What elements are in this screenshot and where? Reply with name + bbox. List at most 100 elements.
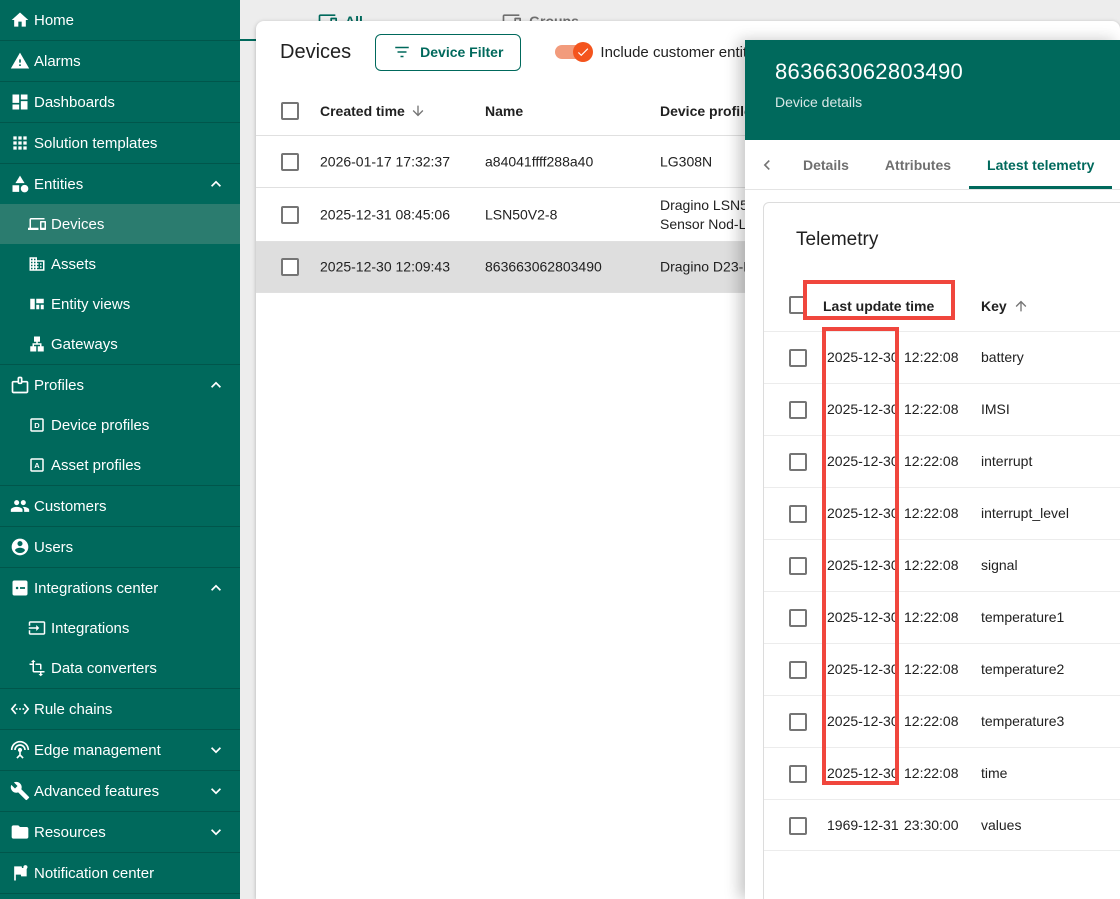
- telemetry-table-row[interactable]: 2025-12-3012:22:08temperature3: [764, 695, 1120, 747]
- row-checkbox[interactable]: [281, 206, 299, 224]
- column-header-last-update-time[interactable]: Last update time: [823, 298, 934, 314]
- telemetry-table-row[interactable]: 2025-12-3012:22:08temperature2: [764, 643, 1120, 695]
- sidebar-item-users[interactable]: Users: [0, 527, 240, 567]
- row-checkbox[interactable]: [789, 401, 807, 419]
- cell-name: a84041ffff288a40: [485, 152, 593, 171]
- grid-icon: [8, 131, 32, 155]
- chevron-down-icon: [204, 779, 228, 803]
- sidebar-item-label: Entity views: [51, 296, 130, 313]
- cell-key: interrupt: [981, 453, 1032, 469]
- telemetry-table-row[interactable]: 2025-12-3012:22:08battery: [764, 331, 1120, 383]
- lan-icon: [25, 332, 49, 356]
- sidebar-item-gateways[interactable]: Gateways: [0, 324, 240, 364]
- sidebar-item-label: Dashboards: [34, 94, 115, 111]
- column-header-key[interactable]: Key: [981, 298, 1029, 314]
- device-profile-icon: D: [25, 413, 49, 437]
- transform-icon: [25, 656, 49, 680]
- filter-icon: [393, 43, 411, 61]
- people-icon: [8, 494, 32, 518]
- cell-last-update-time: 12:22:08: [904, 609, 959, 625]
- telemetry-table-row[interactable]: 2025-12-3012:22:08interrupt_level: [764, 487, 1120, 539]
- page-title: Devices: [280, 41, 351, 64]
- sidebar-item-label: Notification center: [34, 865, 154, 882]
- sidebar-item-devices[interactable]: Devices: [0, 204, 240, 244]
- sidebar-item-edge-management[interactable]: Edge management: [0, 730, 240, 770]
- sidebar-item-integrations-center[interactable]: Integrations center: [0, 568, 240, 608]
- tab-attributes[interactable]: Attributes: [867, 140, 969, 189]
- tab-details[interactable]: Details: [785, 140, 867, 189]
- sidebar-item-entity-views[interactable]: Entity views: [0, 284, 240, 324]
- row-checkbox[interactable]: [789, 765, 807, 783]
- cell-name: 863663062803490: [485, 258, 602, 277]
- sidebar-item-solution-templates[interactable]: Solution templates: [0, 123, 240, 163]
- telemetry-table-row[interactable]: 2025-12-3012:22:08interrupt: [764, 435, 1120, 487]
- sidebar-item-integrations[interactable]: Integrations: [0, 608, 240, 648]
- sidebar-item-label: Advanced features: [34, 783, 159, 800]
- row-checkbox[interactable]: [789, 661, 807, 679]
- column-header-name[interactable]: Name: [485, 103, 523, 119]
- sort-desc-icon: [410, 103, 426, 119]
- row-checkbox[interactable]: [789, 817, 807, 835]
- telemetry-table-row[interactable]: 2025-12-3012:22:08temperature1: [764, 591, 1120, 643]
- include-customer-entities-toggle[interactable]: [555, 45, 591, 59]
- building-icon: [25, 252, 49, 276]
- row-checkbox[interactable]: [789, 609, 807, 627]
- row-checkbox[interactable]: [789, 713, 807, 731]
- cell-device-profile: Dragino D23-N: [660, 258, 753, 277]
- telemetry-table-row[interactable]: 2025-12-3012:22:08IMSI: [764, 383, 1120, 435]
- sidebar-item-rule-chains[interactable]: Rule chains: [0, 689, 240, 729]
- sidebar-item-entities[interactable]: Entities: [0, 164, 240, 204]
- sidebar-item-device-profiles[interactable]: DDevice profiles: [0, 405, 240, 445]
- select-all-checkbox[interactable]: [281, 102, 299, 120]
- cell-last-update-time: 12:22:08: [904, 661, 959, 677]
- cell-key: IMSI: [981, 401, 1010, 417]
- sidebar-item-label: Edge management: [34, 742, 161, 759]
- cell-last-update-date: 2025-12-30: [827, 661, 899, 677]
- row-checkbox[interactable]: [789, 505, 807, 523]
- tab-latest-telemetry[interactable]: Latest telemetry: [969, 140, 1112, 189]
- device-filter-button[interactable]: Device Filter: [375, 34, 521, 71]
- toggle-label: Include customer entities: [600, 44, 766, 61]
- column-header-created-time[interactable]: Created time: [320, 103, 426, 119]
- tabs-scroll-left-button[interactable]: [753, 151, 781, 179]
- column-header-device-profile[interactable]: Device profile: [660, 103, 752, 119]
- cell-last-update-date: 2025-12-30: [827, 349, 899, 365]
- row-checkbox[interactable]: [789, 453, 807, 471]
- badge-icon: [8, 373, 32, 397]
- telemetry-table-row[interactable]: 2025-12-3012:22:08signal: [764, 539, 1120, 591]
- sidebar-item-assets[interactable]: Assets: [0, 244, 240, 284]
- sidebar-item-resources[interactable]: Resources: [0, 812, 240, 852]
- cell-name: LSN50V2-8: [485, 205, 557, 224]
- telemetry-card: Telemetry Last update time Key 2025-12-3…: [763, 202, 1120, 899]
- row-checkbox[interactable]: [789, 349, 807, 367]
- select-all-checkbox[interactable]: [789, 296, 807, 314]
- sidebar-item-label: Integrations center: [34, 580, 158, 597]
- sidebar-item-profiles[interactable]: Profiles: [0, 365, 240, 405]
- flag-icon: [8, 861, 32, 885]
- row-checkbox[interactable]: [281, 258, 299, 276]
- panel-header: 863663062803490 Device details: [745, 40, 1120, 140]
- tools-icon: [8, 779, 32, 803]
- folder-icon: [8, 820, 32, 844]
- sidebar-item-customers[interactable]: Customers: [0, 486, 240, 526]
- home-icon: [8, 8, 32, 32]
- telemetry-table-row[interactable]: 2025-12-3012:22:08time: [764, 747, 1120, 799]
- cell-last-update-date: 2025-12-30: [827, 713, 899, 729]
- telemetry-table-row[interactable]: 1969-12-3123:30:00values: [764, 799, 1120, 851]
- sidebar-item-home[interactable]: Home: [0, 0, 240, 40]
- sidebar-item-label: Asset profiles: [51, 457, 141, 474]
- sidebar-item-notification-center[interactable]: Notification center: [0, 853, 240, 893]
- sidebar-item-dashboards[interactable]: Dashboards: [0, 82, 240, 122]
- devices-icon: [25, 212, 49, 236]
- sidebar-item-asset-profiles[interactable]: AAsset profiles: [0, 445, 240, 485]
- cell-last-update-date: 2025-12-30: [827, 557, 899, 573]
- sidebar-item-data-converters[interactable]: Data converters: [0, 648, 240, 688]
- sidebar-item-label: Integrations: [51, 620, 129, 637]
- sidebar-item-advanced-features[interactable]: Advanced features: [0, 771, 240, 811]
- sidebar-item-label: Users: [34, 539, 73, 556]
- row-checkbox[interactable]: [789, 557, 807, 575]
- asset-profile-icon: A: [25, 453, 49, 477]
- sidebar-item-alarms[interactable]: Alarms: [0, 41, 240, 81]
- chevron-down-icon: [204, 820, 228, 844]
- row-checkbox[interactable]: [281, 153, 299, 171]
